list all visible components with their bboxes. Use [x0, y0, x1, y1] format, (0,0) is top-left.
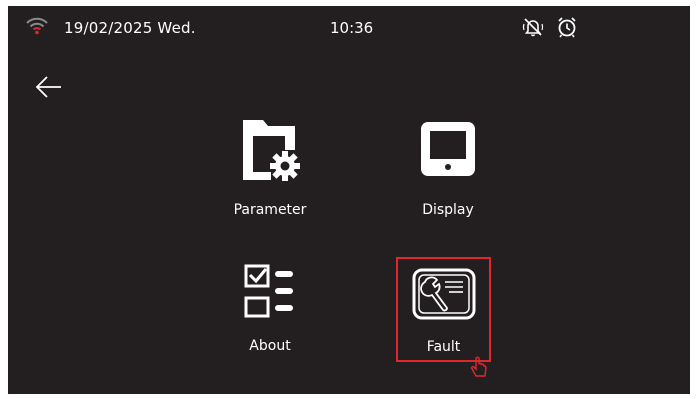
status-time: 10:36 — [330, 19, 374, 37]
folder-gear-icon — [243, 120, 300, 181]
menu-item-label: Display — [422, 202, 474, 218]
monitor-icon — [421, 122, 475, 176]
menu-item-display[interactable]: Display — [392, 114, 504, 224]
checklist-icon — [244, 264, 293, 318]
menu-item-about[interactable]: About — [214, 258, 326, 358]
device-screen: 19/02/2025 Wed. 10:36 Parameter Display … — [8, 6, 690, 394]
wrench-screen-icon — [412, 268, 475, 320]
status-date: 19/02/2025 Wed. — [64, 19, 196, 37]
menu-item-parameter[interactable]: Parameter — [214, 114, 326, 224]
alarm-clock-icon — [558, 17, 576, 38]
wifi-icon — [26, 17, 48, 35]
menu-item-fault[interactable]: Fault — [396, 257, 491, 362]
arrow-left-icon[interactable] — [34, 74, 64, 100]
mute-bell-icon — [522, 18, 544, 37]
menu-item-label: Parameter — [233, 202, 307, 218]
menu-item-label: Fault — [426, 339, 461, 355]
hand-pointer-icon — [470, 356, 487, 377]
menu-item-label: About — [249, 338, 291, 354]
